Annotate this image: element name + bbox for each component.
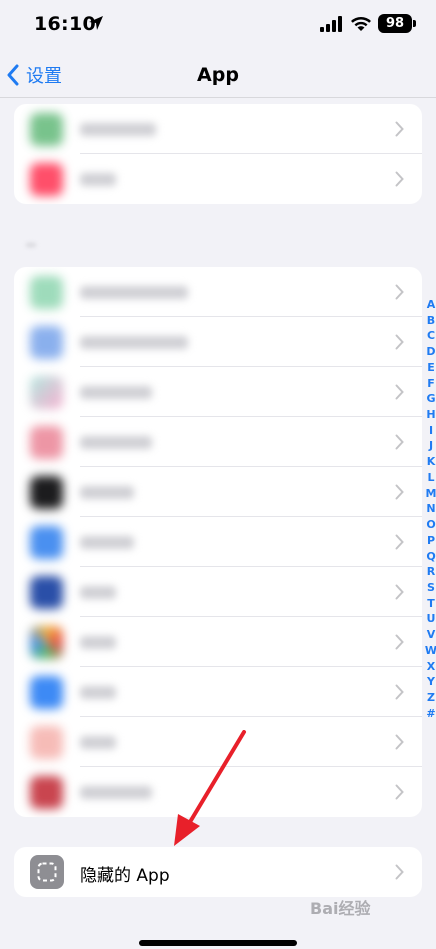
app-row[interactable] — [14, 567, 422, 617]
chevron-right-icon — [395, 684, 404, 700]
index-letter[interactable]: O — [426, 518, 435, 532]
chevron-right-icon — [395, 734, 404, 750]
blurred-app-name — [80, 436, 152, 449]
index-letter[interactable]: D — [426, 345, 435, 359]
index-letter[interactable]: N — [426, 502, 435, 516]
index-letter[interactable]: Y — [427, 675, 435, 689]
blurred-app-icon — [30, 626, 63, 659]
index-letter[interactable]: F — [427, 377, 435, 391]
blurred-app-name — [80, 286, 188, 299]
blurred-app-icon — [30, 163, 63, 196]
chevron-right-icon — [395, 284, 404, 300]
index-letter[interactable]: U — [427, 612, 436, 626]
home-indicator[interactable] — [139, 940, 297, 946]
blurred-app-icon — [30, 113, 63, 146]
index-letter[interactable]: B — [427, 314, 435, 328]
hidden-apps-row[interactable]: 隐藏的 App — [14, 847, 422, 897]
index-letter[interactable]: E — [427, 361, 435, 375]
blurred-app-name — [80, 173, 116, 186]
index-letter[interactable]: S — [427, 581, 435, 595]
location-arrow-icon — [89, 16, 103, 30]
app-row[interactable] — [14, 617, 422, 667]
blurred-app-icon — [30, 776, 63, 809]
index-letter[interactable]: M — [426, 487, 436, 501]
chevron-right-icon — [395, 634, 404, 650]
index-letter[interactable]: # — [426, 707, 435, 721]
index-letter[interactable]: G — [426, 392, 435, 406]
status-bar: 16:10 98 — [0, 0, 436, 50]
cellular-signal-icon — [320, 16, 342, 32]
blurred-app-icon — [30, 426, 63, 459]
blurred-app-icon — [30, 576, 63, 609]
index-letter[interactable]: K — [427, 455, 436, 469]
index-letter[interactable]: W — [425, 644, 436, 658]
status-time: 16:10 — [34, 13, 96, 35]
blurred-app-name — [80, 386, 152, 399]
app-row[interactable] — [14, 154, 422, 204]
app-list-group-1 — [14, 104, 422, 204]
blurred-app-name — [80, 636, 116, 649]
index-letter[interactable]: Z — [427, 691, 435, 705]
page-title: App — [197, 64, 239, 86]
index-letter[interactable]: I — [429, 424, 433, 438]
blurred-app-icon — [30, 326, 63, 359]
index-letter[interactable]: L — [427, 471, 434, 485]
watermark: Bai经验 — [310, 899, 371, 918]
blurred-app-icon — [30, 376, 63, 409]
hidden-apps-label: 隐藏的 App — [80, 866, 170, 886]
chevron-right-icon — [395, 864, 404, 880]
index-letter[interactable]: J — [429, 439, 433, 453]
chevron-right-icon — [395, 121, 404, 137]
blurred-app-name — [80, 336, 188, 349]
blurred-app-name — [80, 536, 134, 549]
chevron-right-icon — [395, 534, 404, 550]
blurred-app-name — [80, 123, 156, 136]
blurred-app-name — [80, 686, 116, 699]
index-letter[interactable]: P — [427, 534, 435, 548]
blurred-app-icon — [30, 726, 63, 759]
app-row[interactable] — [14, 267, 422, 317]
blurred-app-name — [80, 786, 152, 799]
blurred-app-icon — [30, 676, 63, 709]
battery-tip — [413, 20, 416, 27]
wifi-icon — [351, 17, 371, 31]
blurred-app-icon — [30, 276, 63, 309]
battery-indicator: 98 — [378, 14, 412, 33]
blurred-app-icon — [30, 476, 63, 509]
chevron-right-icon — [395, 784, 404, 800]
blurred-section-header — [26, 243, 36, 247]
blurred-app-name — [80, 736, 116, 749]
chevron-right-icon — [395, 334, 404, 350]
index-letter[interactable]: H — [426, 408, 435, 422]
app-row[interactable] — [14, 367, 422, 417]
chevron-right-icon — [395, 434, 404, 450]
app-row[interactable] — [14, 317, 422, 367]
index-letter[interactable]: R — [427, 565, 435, 579]
blurred-app-name — [80, 486, 134, 499]
nav-bar: 设置 App — [0, 52, 436, 98]
app-row[interactable] — [14, 467, 422, 517]
index-letter[interactable]: C — [427, 329, 435, 343]
app-row[interactable] — [14, 667, 422, 717]
index-letter[interactable]: T — [427, 597, 435, 611]
chevron-right-icon — [395, 484, 404, 500]
chevron-right-icon — [395, 584, 404, 600]
index-letter[interactable]: V — [427, 628, 436, 642]
chevron-right-icon — [395, 171, 404, 187]
chevron-right-icon — [395, 384, 404, 400]
app-row[interactable] — [14, 417, 422, 467]
hidden-app-icon — [30, 855, 64, 889]
alphabet-index[interactable]: A B C D E F G H I J K L M N O P Q R S T U V W X Y Z # — [424, 298, 436, 721]
index-letter[interactable]: X — [427, 660, 435, 674]
blurred-app-name — [80, 586, 116, 599]
index-letter[interactable]: A — [427, 298, 436, 312]
app-row[interactable] — [14, 104, 422, 154]
app-row[interactable] — [14, 517, 422, 567]
annotation-arrow-icon — [174, 730, 246, 846]
index-letter[interactable]: Q — [426, 550, 435, 564]
blurred-app-icon — [30, 526, 63, 559]
